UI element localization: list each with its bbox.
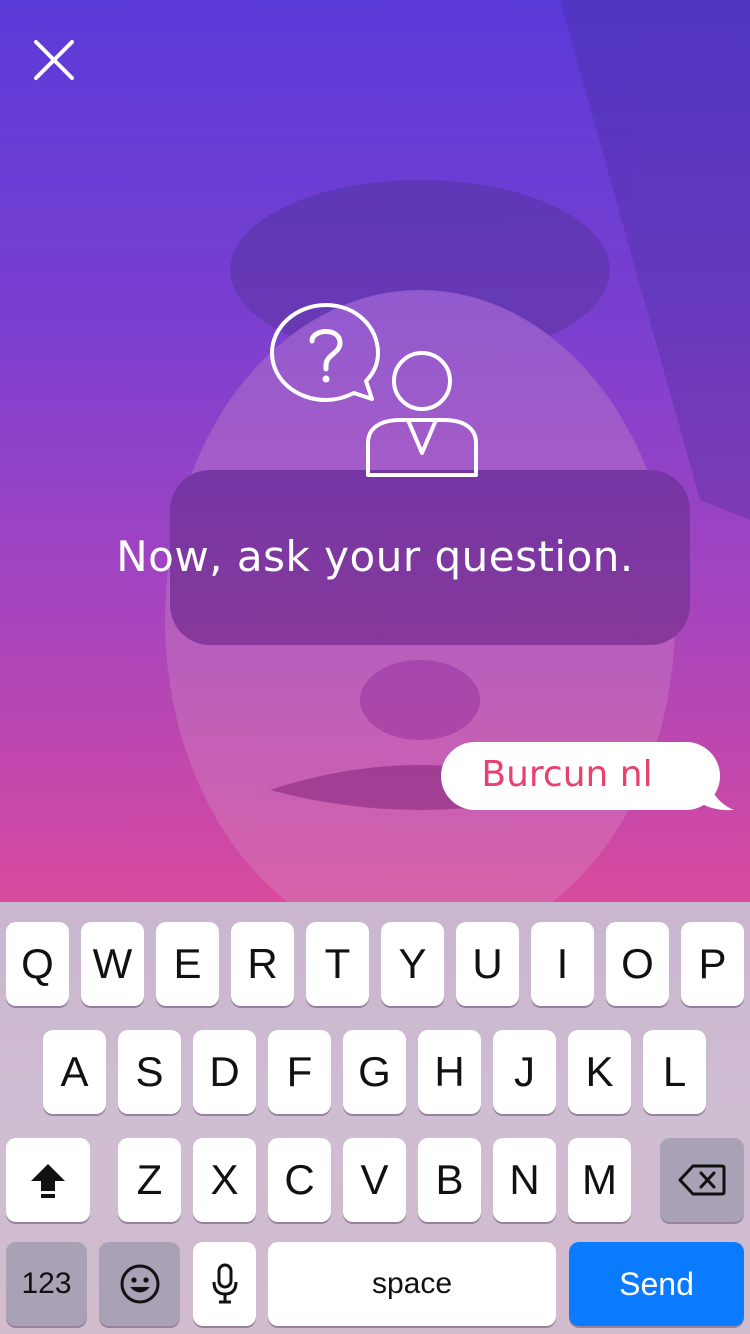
key-q[interactable]: Q [6,922,69,1006]
key-i[interactable]: I [531,922,594,1006]
key-z[interactable]: Z [118,1138,181,1222]
key-k[interactable]: K [568,1030,631,1114]
space-key[interactable]: space [268,1242,556,1326]
key-p[interactable]: P [681,922,744,1006]
key-f[interactable]: F [268,1030,331,1114]
key-e[interactable]: E [156,922,219,1006]
emoji-key[interactable] [99,1242,180,1326]
microphone-icon [212,1263,237,1304]
backspace-key[interactable] [660,1138,744,1222]
key-n[interactable]: N [493,1138,556,1222]
key-c[interactable]: C [268,1138,331,1222]
numbers-key[interactable]: 123 [6,1242,87,1326]
key-t[interactable]: T [306,922,369,1006]
close-button[interactable] [24,30,84,90]
key-y[interactable]: Y [381,922,444,1006]
key-r[interactable]: R [231,922,294,1006]
send-button[interactable]: Send [569,1242,744,1326]
shift-key[interactable] [6,1138,90,1222]
key-w[interactable]: W [81,922,144,1006]
shift-icon [31,1164,65,1198]
key-s[interactable]: S [118,1030,181,1114]
close-icon [34,40,74,80]
key-h[interactable]: H [418,1030,481,1114]
key-l[interactable]: L [643,1030,706,1114]
key-d[interactable]: D [193,1030,256,1114]
question-person-icon [270,303,478,477]
key-o[interactable]: O [606,922,669,1006]
key-j[interactable]: J [493,1030,556,1114]
message-input[interactable]: Burcun nl [441,742,720,810]
camera-preview: Now, ask your question. Burcun nl [0,0,750,902]
microphone-key[interactable] [193,1242,256,1326]
key-b[interactable]: B [418,1138,481,1222]
key-g[interactable]: G [343,1030,406,1114]
key-a[interactable]: A [43,1030,106,1114]
message-input-text: Burcun nl [481,754,653,795]
key-v[interactable]: V [343,1138,406,1222]
key-u[interactable]: U [456,922,519,1006]
emoji-icon [120,1264,159,1304]
key-m[interactable]: M [568,1138,631,1222]
prompt-text: Now, ask your question. [116,532,634,581]
keyboard: Q W E R T Y U I O P A S D F G H J K L Z … [0,902,750,1334]
key-x[interactable]: X [193,1138,256,1222]
backspace-icon [678,1164,726,1196]
